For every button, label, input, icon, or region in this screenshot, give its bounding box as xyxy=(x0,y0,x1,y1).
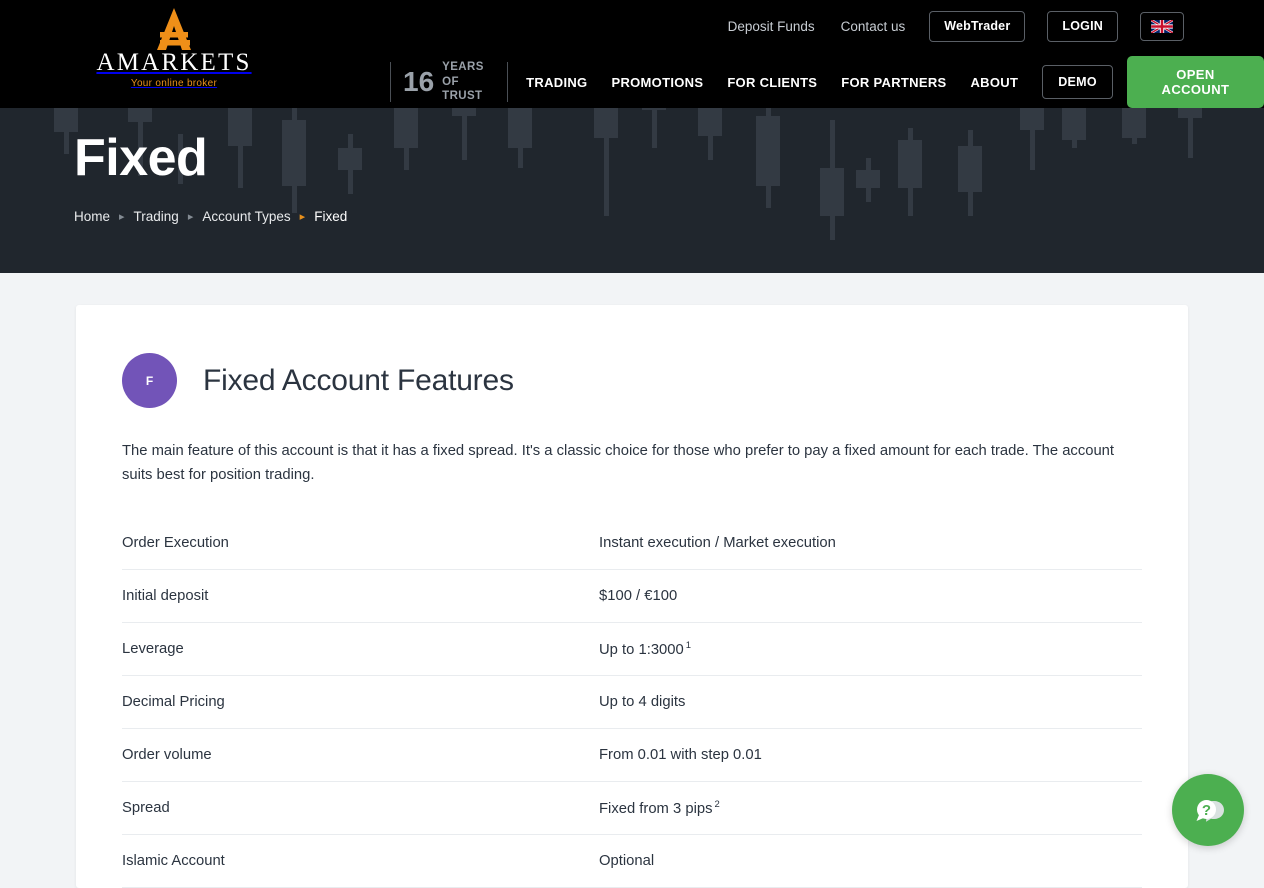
breadcrumb-item-current: Fixed xyxy=(314,209,347,224)
open-account-button[interactable]: OPEN ACCOUNT xyxy=(1127,56,1264,108)
chevron-right-icon-active: ▸ xyxy=(300,210,306,223)
login-button[interactable]: LOGIN xyxy=(1047,11,1118,42)
utility-link-contact-us[interactable]: Contact us xyxy=(839,16,908,37)
spec-label: Order volume xyxy=(122,747,599,763)
card-description: The main feature of this account is that… xyxy=(122,439,1122,487)
footnote-marker: 2 xyxy=(714,799,719,810)
utility-link-deposit-funds[interactable]: Deposit Funds xyxy=(726,16,817,37)
site-header: AMARKETS Your online broker Deposit Fund… xyxy=(0,0,1264,108)
years-label: YEARS OF TRUST xyxy=(442,60,493,103)
table-row: Order Execution Instant execution / Mark… xyxy=(122,517,1142,570)
brand-tagline: Your online broker xyxy=(74,78,274,89)
account-type-avatar: F xyxy=(122,353,177,408)
main-nav: 16 YEARS OF TRUST TRADING PROMOTIONS FOR… xyxy=(390,56,1264,108)
breadcrumb: Home ▸ Trading ▸ Account Types ▸ Fixed xyxy=(74,209,347,224)
table-row: Leverage Up to 1:30001 xyxy=(122,623,1142,676)
nav-item-about[interactable]: ABOUT xyxy=(970,75,1018,90)
chevron-right-icon: ▸ xyxy=(188,210,194,223)
table-row: Decimal Pricing Up to 4 digits xyxy=(122,676,1142,729)
card-title: Fixed Account Features xyxy=(203,364,514,398)
card-header: F Fixed Account Features xyxy=(122,353,1142,408)
spec-label: Decimal Pricing xyxy=(122,694,599,710)
nav-item-for-partners[interactable]: FOR PARTNERS xyxy=(841,75,946,90)
help-chat-button[interactable]: ? xyxy=(1172,774,1244,846)
spec-label: Leverage xyxy=(122,641,599,657)
spec-label: Order Execution xyxy=(122,535,599,551)
demo-button[interactable]: DEMO xyxy=(1042,65,1113,99)
chevron-right-icon: ▸ xyxy=(119,210,125,223)
svg-text:?: ? xyxy=(1202,802,1211,819)
breadcrumb-item-account-types[interactable]: Account Types xyxy=(202,209,290,224)
years-line-2: OF TRUST xyxy=(442,76,482,102)
spec-value: Fixed from 3 pips2 xyxy=(599,799,720,817)
years-of-trust-badge: 16 YEARS OF TRUST xyxy=(390,62,508,102)
table-row: Order volume From 0.01 with step 0.01 xyxy=(122,729,1142,782)
spec-value: Optional xyxy=(599,853,654,869)
utility-nav: Deposit Funds Contact us WebTrader LOGIN xyxy=(726,11,1184,42)
hero-banner: Fixed Home ▸ Trading ▸ Account Types ▸ F… xyxy=(0,108,1264,273)
nav-item-trading[interactable]: TRADING xyxy=(526,75,587,90)
brand-name: AMARKETS xyxy=(74,50,274,75)
nav-item-for-clients[interactable]: FOR CLIENTS xyxy=(727,75,817,90)
nav-item-promotions[interactable]: PROMOTIONS xyxy=(611,75,703,90)
spec-value: Up to 1:30001 xyxy=(599,640,691,658)
breadcrumb-item-home[interactable]: Home xyxy=(74,209,110,224)
account-features-card: F Fixed Account Features The main featur… xyxy=(76,305,1188,888)
spec-label: Islamic Account xyxy=(122,853,599,869)
table-row: Spread Fixed from 3 pips2 xyxy=(122,782,1142,835)
page-title: Fixed xyxy=(74,128,207,188)
years-number: 16 xyxy=(403,68,434,96)
question-chat-bubble-icon: ? xyxy=(1188,790,1228,830)
spec-value: Up to 4 digits xyxy=(599,694,685,710)
breadcrumb-item-trading[interactable]: Trading xyxy=(134,209,179,224)
account-specs-table: Order Execution Instant execution / Mark… xyxy=(122,517,1142,888)
amarkets-a-logo-icon xyxy=(144,6,204,52)
table-row: Initial deposit $100 / €100 xyxy=(122,570,1142,623)
spec-value: From 0.01 with step 0.01 xyxy=(599,747,762,763)
years-line-1: YEARS xyxy=(442,61,484,73)
table-row: Islamic Account Optional xyxy=(122,835,1142,888)
uk-flag-icon xyxy=(1151,20,1173,33)
footnote-marker: 1 xyxy=(686,640,691,651)
spec-value: Instant execution / Market execution xyxy=(599,535,836,551)
webtrader-button[interactable]: WebTrader xyxy=(929,11,1025,42)
brand-logo[interactable]: AMARKETS Your online broker xyxy=(74,6,274,89)
language-selector-button[interactable] xyxy=(1140,12,1184,41)
spec-value: $100 / €100 xyxy=(599,588,677,604)
spec-label: Initial deposit xyxy=(122,588,599,604)
spec-label: Spread xyxy=(122,800,599,816)
